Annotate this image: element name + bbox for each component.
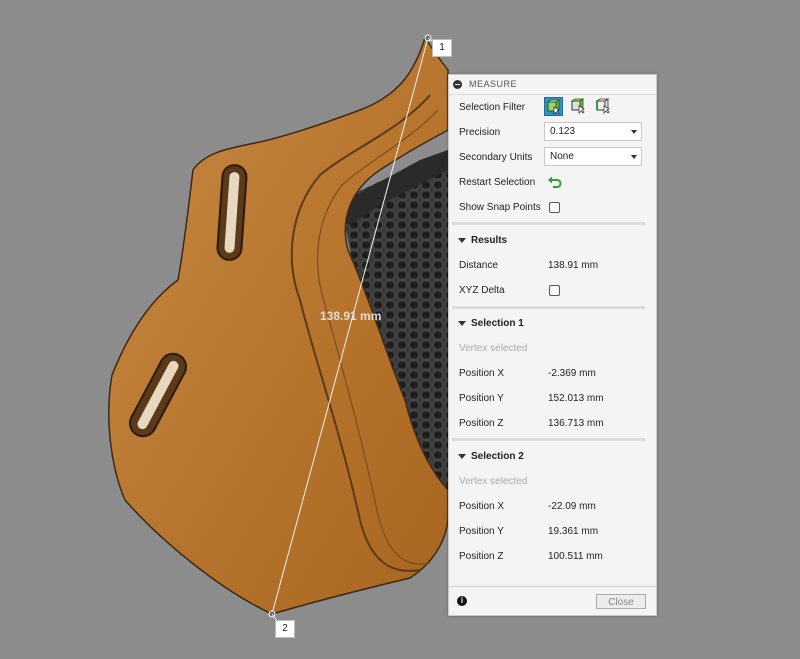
restart-selection-button[interactable] (546, 174, 562, 190)
show-snap-points-checkbox[interactable] (549, 202, 560, 213)
chevron-down-icon (631, 155, 637, 159)
selection-1-x-value: -2.369 mm (548, 368, 596, 379)
xyz-delta-checkbox[interactable] (549, 285, 560, 296)
selection-1-z-value: 136.713 mm (548, 418, 604, 429)
selection-1-z-label: Position Z (459, 418, 504, 429)
distance-row: Distance 138.91 mm (449, 254, 656, 278)
selection-1-y-label: Position Y (459, 393, 504, 404)
selection-1-section-header[interactable]: Selection 1 (449, 314, 656, 334)
selection-1-status: Vertex selected (459, 343, 528, 354)
face-filter-icon (570, 98, 585, 114)
precision-value: 0.123 (550, 126, 576, 137)
collapse-triangle-icon (458, 321, 466, 326)
edge-filter-icon (595, 98, 610, 114)
selection-2-title: Selection 2 (471, 451, 524, 462)
divider (452, 438, 645, 441)
distance-value: 138.91 mm (548, 260, 599, 271)
select-edge-filter-button[interactable] (594, 97, 613, 116)
point-2-label: 2 (275, 620, 295, 638)
selection-2-section-header[interactable]: Selection 2 (449, 447, 656, 467)
distance-label: Distance (459, 260, 498, 271)
mask-model[interactable] (0, 0, 800, 656)
panel-title: MEASURE (469, 79, 518, 89)
selection-2-z-label: Position Z (459, 551, 504, 562)
collapse-triangle-icon (458, 238, 466, 243)
secondary-units-label: Secondary Units (459, 152, 533, 163)
collapse-icon[interactable] (453, 80, 462, 89)
secondary-units-value: None (550, 151, 574, 162)
selection-1-x-row: Position X -2.369 mm (449, 362, 656, 386)
secondary-units-dropdown[interactable]: None (544, 147, 642, 166)
close-button[interactable]: Close (596, 594, 646, 609)
precision-label: Precision (459, 127, 501, 138)
undo-arrow-icon (548, 176, 562, 188)
selection-2-z-row: Position Z 100.511 mm (449, 545, 656, 569)
selection-2-y-label: Position Y (459, 526, 504, 537)
chevron-down-icon (631, 130, 637, 134)
selection-1-title: Selection 1 (471, 318, 524, 329)
point-1-label: 1 (432, 39, 452, 57)
results-section-header[interactable]: Results (449, 231, 656, 251)
info-icon[interactable]: i (457, 596, 467, 606)
restart-selection-label: Restart Selection (459, 177, 536, 188)
panel-header[interactable]: MEASURE (449, 75, 656, 95)
selection-filter-label: Selection Filter (459, 102, 526, 113)
precision-dropdown[interactable]: 0.123 (544, 122, 642, 141)
divider (452, 222, 645, 225)
selection-2-x-value: -22.09 mm (548, 501, 596, 512)
selection-2-status-row: Vertex selected (449, 470, 656, 494)
selection-1-y-row: Position Y 152.013 mm (449, 387, 656, 411)
show-snap-points-label: Show Snap Points (459, 202, 541, 213)
body-filter-icon (546, 99, 561, 115)
panel-footer: i Close (449, 586, 656, 615)
collapse-triangle-icon (458, 454, 466, 459)
selection-1-z-row: Position Z 136.713 mm (449, 412, 656, 436)
3d-viewport[interactable]: 1 2 138.91 mm (0, 0, 800, 656)
selection-1-status-row: Vertex selected (449, 337, 656, 361)
measure-panel: MEASURE Selection Filter Precision 0.123… (448, 74, 657, 616)
xyz-delta-label: XYZ Delta (459, 285, 505, 296)
selection-1-y-value: 152.013 mm (548, 393, 604, 404)
divider (452, 306, 645, 309)
selection-2-status: Vertex selected (459, 476, 528, 487)
select-face-filter-button[interactable] (569, 97, 588, 116)
selection-1-x-label: Position X (459, 368, 505, 379)
selection-2-x-label: Position X (459, 501, 505, 512)
selection-2-z-value: 100.511 mm (548, 551, 603, 562)
selection-2-x-row: Position X -22.09 mm (449, 495, 656, 519)
distance-overlay-label: 138.91 mm (320, 309, 382, 323)
select-body-filter-button[interactable] (544, 97, 563, 116)
selection-2-y-value: 19.361 mm (548, 526, 599, 537)
results-title: Results (471, 235, 508, 246)
selection-2-y-row: Position Y 19.361 mm (449, 520, 656, 544)
